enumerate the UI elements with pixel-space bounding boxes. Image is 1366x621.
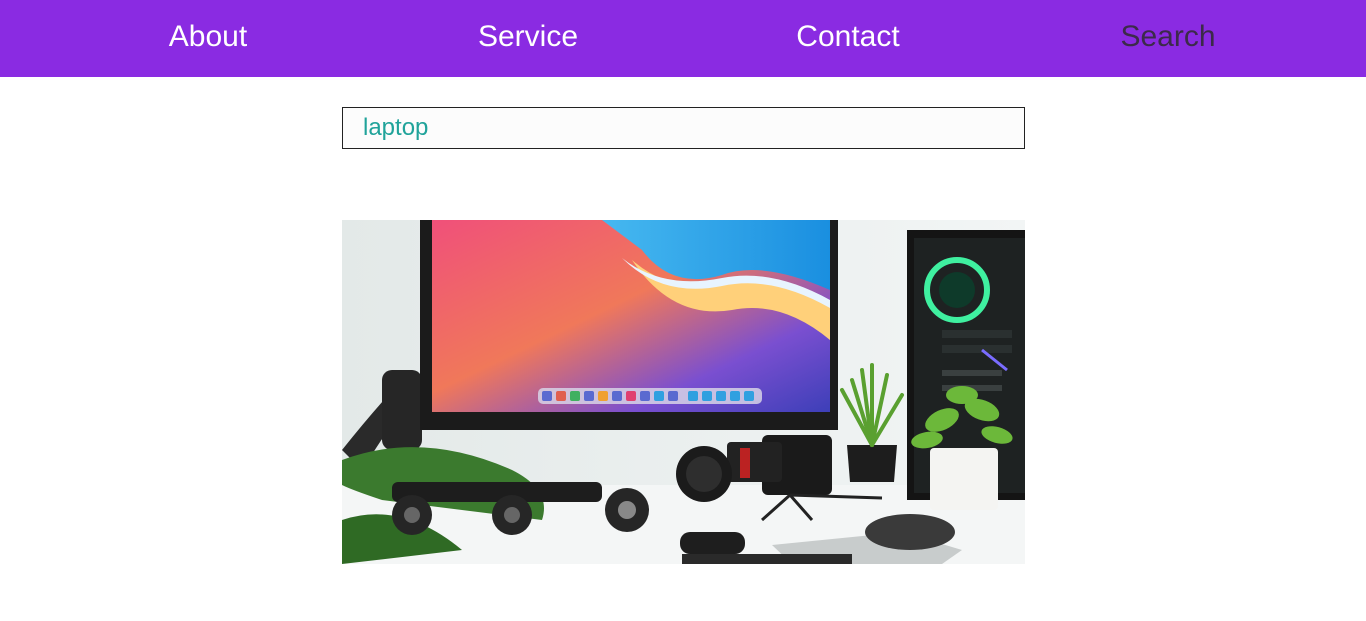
desk-setup-illustration	[342, 220, 1025, 564]
nav-link-contact[interactable]: Contact	[688, 0, 1008, 77]
nav-link-about[interactable]: About	[48, 0, 368, 77]
top-navbar: About Service Contact Search	[0, 0, 1366, 77]
nav-link-service[interactable]: Service	[368, 0, 688, 77]
search-result-image	[342, 220, 1025, 564]
nav-link-search[interactable]: Search	[1008, 0, 1328, 77]
search-input[interactable]	[342, 107, 1025, 149]
